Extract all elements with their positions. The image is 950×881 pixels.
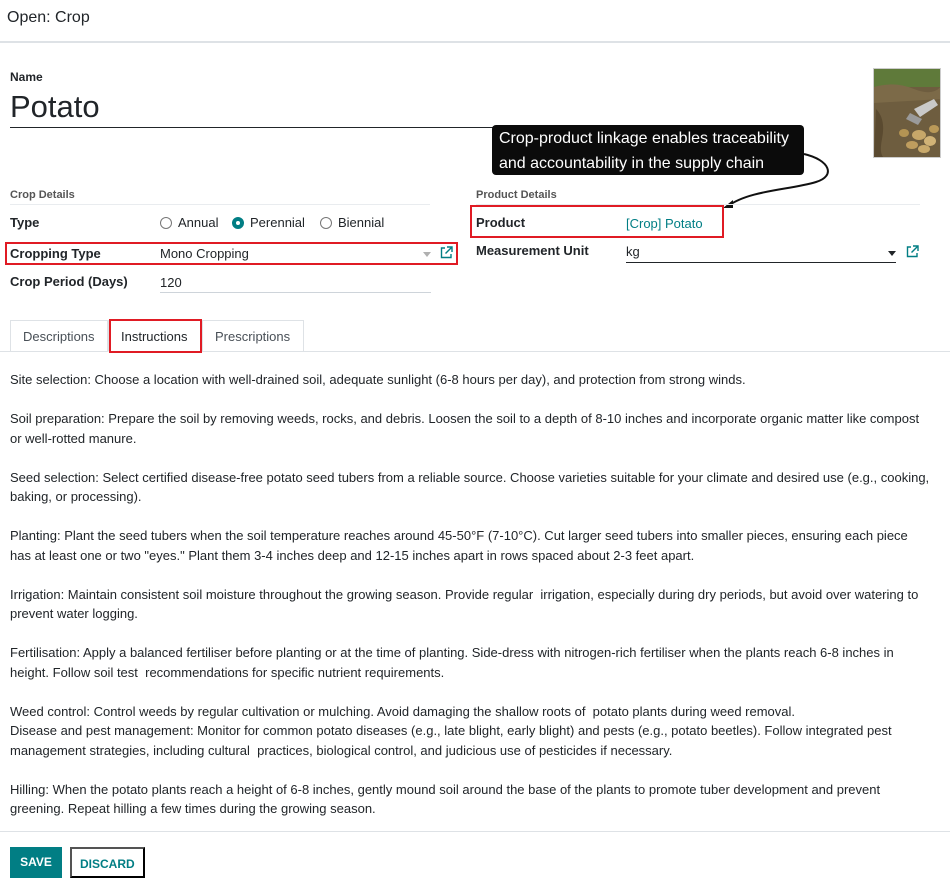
instruction-fertilisation: Fertilisation: Apply a balanced fertilis… [10, 645, 898, 680]
name-label: Name [10, 70, 43, 84]
name-underline [10, 127, 502, 128]
crop-period-label: Crop Period (Days) [10, 274, 128, 289]
discard-button[interactable]: DISCARD [70, 847, 145, 878]
tab-descriptions[interactable]: Descriptions [10, 320, 108, 352]
radio-perennial-label: Perennial [250, 215, 305, 230]
save-button[interactable]: SAVE [10, 847, 62, 878]
crop-period-underline [160, 292, 431, 293]
measurement-unit-select[interactable]: kg [626, 244, 640, 259]
crop-details-divider [10, 204, 430, 205]
tooltip-line1: Crop-product linkage enables traceabilit… [499, 130, 789, 147]
radio-biennial-icon [320, 216, 332, 229]
measurement-unit-chevron-down-icon[interactable] [888, 251, 896, 256]
crop-image[interactable] [873, 68, 941, 158]
instruction-soil: Soil preparation: Prepare the soil by re… [10, 411, 923, 446]
tooltip-arrow [723, 153, 829, 208]
instructions-content[interactable]: Site selection: Choose a location with w… [10, 370, 930, 838]
instruction-site: Site selection: Choose a location with w… [10, 372, 746, 387]
footer-divider [0, 831, 950, 832]
cropping-type-select[interactable]: Mono Cropping [160, 246, 249, 261]
radio-perennial-icon [232, 216, 244, 229]
radio-biennial-label: Biennial [338, 215, 385, 230]
cropping-type-label: Cropping Type [10, 246, 101, 261]
product-label: Product [476, 215, 526, 230]
measurement-unit-underline [626, 262, 896, 263]
type-radio-annual[interactable]: Annual [160, 215, 218, 230]
tab-prescriptions[interactable]: Prescriptions [202, 320, 304, 352]
name-field[interactable]: Potato [10, 89, 100, 125]
instruction-seed: Seed selection: Select certified disease… [10, 469, 933, 505]
type-label: Type [10, 215, 40, 230]
type-radio-biennial[interactable]: Biennial [320, 215, 384, 230]
instruction-weed: Weed control: Control weeds by regular c… [10, 703, 796, 719]
product-link[interactable]: [Crop] Potato [626, 216, 703, 231]
instruction-irrigation: Irrigation: Maintain consistent soil moi… [10, 586, 922, 622]
measurement-unit-external-link-icon[interactable] [906, 245, 919, 258]
crop-details-title: Crop Details [10, 189, 75, 201]
instruction-hilling: Hilling: When the potato plants reach a … [10, 781, 884, 817]
instruction-disease: Disease and pest management: Monitor for… [10, 723, 896, 758]
dialog-title: Open: Crop [7, 9, 90, 26]
product-details-title: Product Details [476, 189, 557, 201]
instructions-tab-highlight [109, 319, 202, 353]
measurement-unit-label: Measurement Unit [476, 243, 589, 258]
instruction-planting: Planting: Plant the seed tubers when the… [10, 528, 912, 563]
cropping-type-chevron-down-icon[interactable] [423, 252, 431, 257]
cropping-type-external-link-icon[interactable] [440, 246, 453, 259]
radio-annual-label: Annual [178, 215, 219, 230]
dialog-header: Open: Crop [0, 0, 950, 43]
type-radio-perennial[interactable]: Perennial [232, 215, 305, 230]
radio-annual-icon [160, 216, 172, 229]
crop-period-input[interactable]: 120 [160, 275, 182, 290]
